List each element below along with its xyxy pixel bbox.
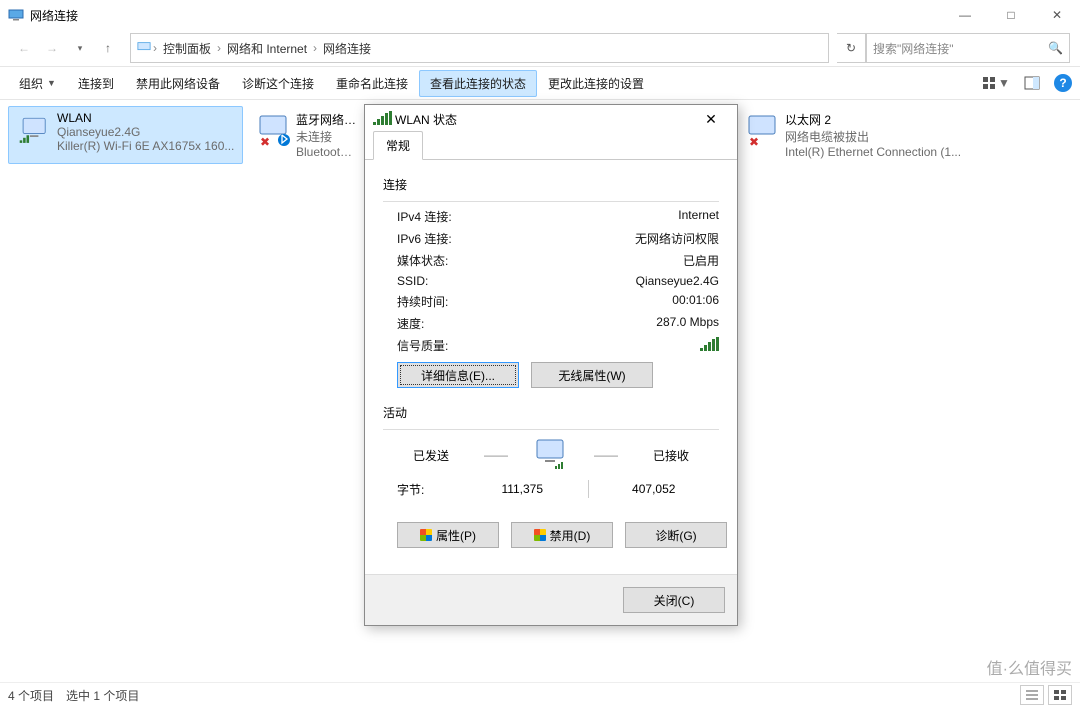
selection-count: 选中 1 个项目 <box>66 687 139 704</box>
adapter-device: Bluetooth Device (Personal Ar... <box>296 145 357 159</box>
command-toolbar: 组织▼ 连接到 禁用此网络设备 诊断这个连接 重命名此连接 查看此连接的状态 更… <box>0 67 1080 100</box>
chevron-right-icon: › <box>153 41 157 55</box>
organize-menu[interactable]: 组织▼ <box>8 70 67 97</box>
window-titlebar: 网络连接 — □ ✕ <box>0 0 1080 30</box>
address-bar: ← → ▾ ↑ › 控制面板 › 网络和 Internet › 网络连接 ↻ 搜… <box>0 30 1080 67</box>
chevron-right-icon: › <box>217 41 221 55</box>
ipv6-label: IPv6 连接: <box>397 230 517 247</box>
breadcrumb-item[interactable]: 网络和 Internet <box>227 40 307 57</box>
view-options-button[interactable]: ▼ <box>982 69 1010 97</box>
ipv4-value: Internet <box>517 208 719 225</box>
search-placeholder: 搜索"网络连接" <box>873 40 954 57</box>
svg-text:✖: ✖ <box>749 135 759 148</box>
ipv6-value: 无网络访问权限 <box>517 230 719 247</box>
activity-icon <box>516 438 586 472</box>
preview-pane-button[interactable] <box>1018 69 1046 97</box>
signal-icon <box>373 111 389 127</box>
change-settings-button[interactable]: 更改此连接的设置 <box>537 70 655 97</box>
details-view-button[interactable] <box>1020 685 1044 705</box>
dialog-body: 连接 IPv4 连接:Internet IPv6 连接:无网络访问权限 媒体状态… <box>365 160 737 574</box>
back-button[interactable]: ← <box>10 34 38 62</box>
sent-label: 已发送 <box>386 447 476 464</box>
received-label: 已接收 <box>626 447 716 464</box>
recent-locations-dropdown[interactable]: ▾ <box>66 34 94 62</box>
activity-graphic: 已发送 —— —— 已接收 <box>383 438 719 472</box>
status-bar: 4 个项目 选中 1 个项目 <box>0 682 1080 707</box>
uac-shield-icon <box>534 529 546 541</box>
adapter-name: 蓝牙网络连接 <box>296 111 357 128</box>
wifi-adapter-icon <box>13 111 57 151</box>
adapter-item-wlan[interactable]: WLAN Qianseyue2.4G Killer(R) Wi-Fi 6E AX… <box>8 106 243 164</box>
properties-button[interactable]: 属性(P) <box>397 522 499 548</box>
view-status-button[interactable]: 查看此连接的状态 <box>419 70 537 97</box>
adapter-name: WLAN <box>57 111 238 125</box>
dialog-titlebar[interactable]: WLAN 状态 ✕ <box>365 105 737 133</box>
adapter-status: 网络电缆被拔出 <box>785 128 966 145</box>
wireless-properties-button[interactable]: 无线属性(W) <box>531 362 653 388</box>
duration-label: 持续时间: <box>397 293 517 310</box>
wlan-status-dialog: WLAN 状态 ✕ 常规 连接 IPv4 连接:Internet IPv6 连接… <box>364 104 738 626</box>
diagnose-button[interactable]: 诊断这个连接 <box>231 70 325 97</box>
up-button[interactable]: ↑ <box>94 34 122 62</box>
bytes-sent-value: 111,375 <box>457 482 588 496</box>
adapter-name: 以太网 2 <box>785 111 966 128</box>
dialog-tabs: 常规 <box>365 133 737 160</box>
minimize-button[interactable]: — <box>942 0 988 30</box>
maximize-button[interactable]: □ <box>988 0 1034 30</box>
close-dialog-button[interactable]: 关闭(C) <box>623 587 725 613</box>
adapter-status: Qianseyue2.4G <box>57 125 238 139</box>
close-button[interactable]: ✕ <box>1034 0 1080 30</box>
media-state-value: 已启用 <box>517 252 719 269</box>
adapter-item-bluetooth[interactable]: ✖ 蓝牙网络连接 未连接 Bluetooth Device (Personal … <box>247 106 362 164</box>
bytes-received-value: 407,052 <box>589 482 720 496</box>
svg-text:✖: ✖ <box>260 135 270 148</box>
bytes-label: 字节: <box>397 481 457 498</box>
chevron-down-icon: ▼ <box>47 78 56 88</box>
media-state-label: 媒体状态: <box>397 252 517 269</box>
disable-device-button[interactable]: 禁用此网络设备 <box>125 70 231 97</box>
ethernet-adapter-icon: ✖ <box>741 111 785 151</box>
section-connection-label: 连接 <box>383 176 719 193</box>
search-icon: 🔍 <box>1048 41 1063 55</box>
ssid-value: Qianseyue2.4G <box>517 274 719 288</box>
app-icon <box>8 7 24 23</box>
section-activity-label: 活动 <box>383 404 719 421</box>
tab-general[interactable]: 常规 <box>373 131 423 160</box>
pc-icon <box>137 40 151 57</box>
large-icons-view-button[interactable] <box>1048 685 1072 705</box>
window-title: 网络连接 <box>30 7 78 24</box>
speed-value: 287.0 Mbps <box>517 315 719 332</box>
adapter-device: Intel(R) Ethernet Connection (1... <box>785 145 966 159</box>
disable-button[interactable]: 禁用(D) <box>511 522 613 548</box>
signal-quality-value <box>517 337 719 354</box>
help-button[interactable]: ? <box>1054 74 1072 92</box>
dialog-title: WLAN 状态 <box>395 111 457 128</box>
connect-to-button[interactable]: 连接到 <box>67 70 125 97</box>
breadcrumb-item[interactable]: 控制面板 <box>163 40 211 57</box>
duration-value: 00:01:06 <box>517 293 719 310</box>
adapter-device: Killer(R) Wi-Fi 6E AX1675x 160... <box>57 139 238 153</box>
adapter-status: 未连接 <box>296 128 357 145</box>
search-input[interactable]: 搜索"网络连接" 🔍 <box>866 33 1070 63</box>
signal-quality-label: 信号质量: <box>397 337 517 354</box>
forward-button[interactable]: → <box>38 34 66 62</box>
details-button[interactable]: 详细信息(E)... <box>397 362 519 388</box>
dialog-footer: 关闭(C) <box>365 574 737 625</box>
item-count: 4 个项目 <box>8 687 54 704</box>
bluetooth-adapter-icon: ✖ <box>252 111 296 151</box>
breadcrumb-bar[interactable]: › 控制面板 › 网络和 Internet › 网络连接 <box>130 33 829 63</box>
refresh-button[interactable]: ↻ <box>837 33 866 63</box>
adapter-item-ethernet[interactable]: ✖ 以太网 2 网络电缆被拔出 Intel(R) Ethernet Connec… <box>736 106 971 164</box>
ssid-label: SSID: <box>397 274 517 288</box>
breadcrumb-item[interactable]: 网络连接 <box>323 40 371 57</box>
diagnose-button[interactable]: 诊断(G) <box>625 522 727 548</box>
chevron-right-icon: › <box>313 41 317 55</box>
rename-button[interactable]: 重命名此连接 <box>325 70 419 97</box>
dialog-close-button[interactable]: ✕ <box>693 105 729 133</box>
uac-shield-icon <box>420 529 432 541</box>
speed-label: 速度: <box>397 315 517 332</box>
ipv4-label: IPv4 连接: <box>397 208 517 225</box>
